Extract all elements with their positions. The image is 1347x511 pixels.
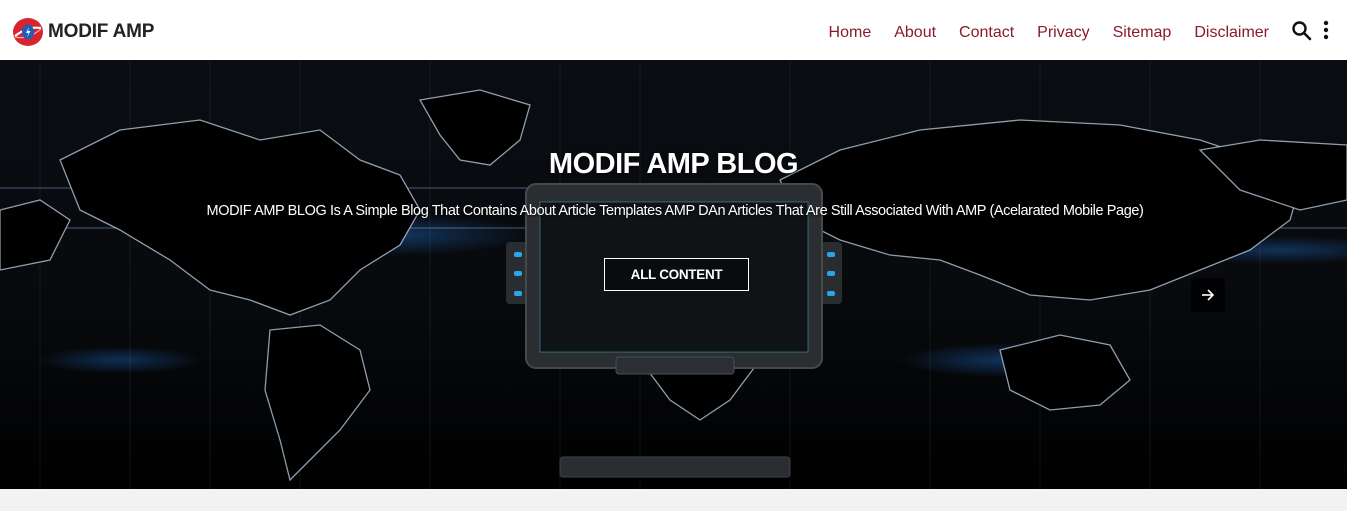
all-content-button[interactable]: ALL CONTENT xyxy=(604,258,749,291)
nav-sitemap[interactable]: Sitemap xyxy=(1113,18,1172,42)
more-vertical-icon xyxy=(1323,20,1329,40)
hero-title: MODIF AMP BLOG xyxy=(548,148,799,180)
hero-description: MODIF AMP BLOG Is A Simple Blog That Con… xyxy=(206,203,1144,219)
slider-next-button[interactable] xyxy=(1191,278,1225,312)
site-header: MODIF AMP Home About Contact Privacy Sit… xyxy=(0,0,1347,60)
nav-disclaimer[interactable]: Disclaimer xyxy=(1194,18,1269,42)
nav-home[interactable]: Home xyxy=(829,18,872,42)
search-button[interactable] xyxy=(1291,20,1313,42)
nav-contact[interactable]: Contact xyxy=(959,18,1014,42)
more-menu-button[interactable] xyxy=(1318,20,1334,42)
nav-privacy[interactable]: Privacy xyxy=(1037,18,1089,42)
content-area xyxy=(0,489,1347,511)
main-nav: Home About Contact Privacy Sitemap Discl… xyxy=(806,0,1269,60)
logo-text: MODIF AMP xyxy=(48,21,155,42)
nav-about[interactable]: About xyxy=(894,18,936,42)
logo-icon xyxy=(12,16,44,48)
hero-banner: MODIF AMP BLOG MODIF AMP BLOG Is A Simpl… xyxy=(0,60,1347,489)
site-logo[interactable]: MODIF AMP xyxy=(12,16,154,48)
device-illustration xyxy=(506,183,842,478)
arrow-right-icon xyxy=(1202,289,1215,301)
search-icon xyxy=(1292,21,1312,41)
